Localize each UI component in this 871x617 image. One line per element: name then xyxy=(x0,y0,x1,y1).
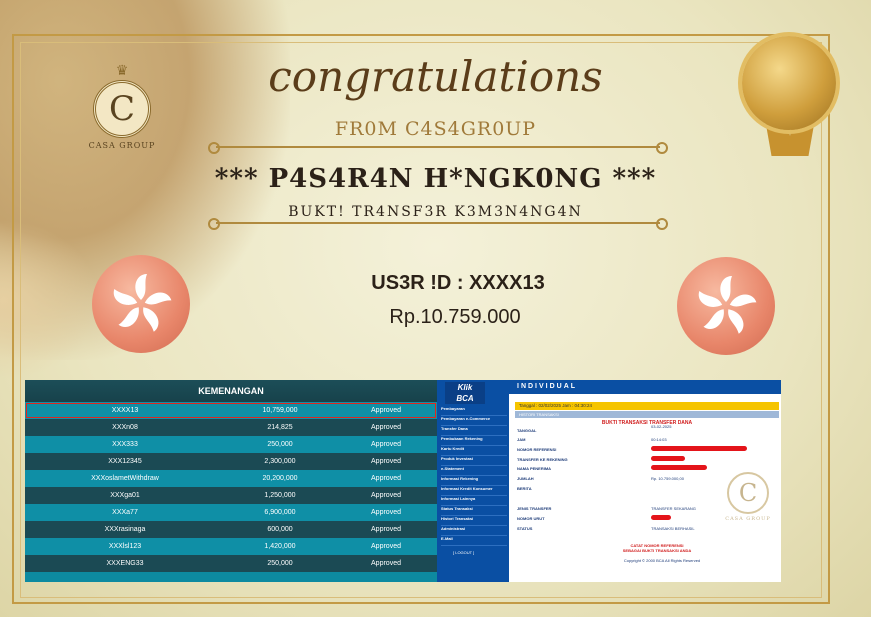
field-label: STATUS xyxy=(517,526,533,531)
table-cell-amount: 1,420,000 xyxy=(264,543,296,550)
bca-menu-item[interactable]: Kartu Kredit xyxy=(441,446,507,456)
redaction xyxy=(651,456,685,461)
page-title: congratulations xyxy=(268,52,603,101)
table-cell-amount: 214,825 xyxy=(267,424,293,431)
table-row: XXXENG33 250,000 Approved xyxy=(25,555,437,572)
table-cell-user: XXXlsl123 xyxy=(108,543,142,550)
bca-date-bar: Tanggal : 02/02/2025 Jam : 04:30:24 xyxy=(515,402,779,410)
table-row: XXXlsl123 1,420,000 Approved xyxy=(25,538,437,555)
bca-footer: Copyright © 2000 BCA All Rights Reserved xyxy=(623,558,701,563)
table-body: XXXX13 10,759,000 Approved XXXn08 214,825 App… xyxy=(25,402,437,572)
redaction xyxy=(651,446,747,451)
bca-menu-item[interactable]: Produk Investasi xyxy=(441,456,507,466)
casa-group-watermark: C CASA GROUP xyxy=(717,472,779,522)
table-cell-user: XXX12345 xyxy=(108,458,142,465)
field-value: TRANSFER SEKARANG xyxy=(651,506,696,511)
divider-bottom xyxy=(208,218,668,230)
table-cell-user: XXXX13 xyxy=(111,407,139,414)
table-cell-user: XXXrasinaga xyxy=(104,526,146,533)
table-row: XXXga01 1,250,000 Approved xyxy=(25,487,437,504)
field-value: 03-02-2025 xyxy=(651,424,672,429)
bca-menu-item[interactable]: E-Mail xyxy=(441,536,507,546)
hongkong-flower-icon xyxy=(92,255,190,353)
table-row: XXX12345 2,300,000 Approved xyxy=(25,453,437,470)
table-cell-amount: 250,000 xyxy=(267,441,293,448)
bca-sidebar: Klik BCA Pembayaran Pembayaran e-Commerce T… xyxy=(437,380,509,582)
headline: *** P4S4R4N H*NGK0NG *** xyxy=(214,164,657,194)
bca-menu-item[interactable]: Pembukaan Rekening xyxy=(441,436,507,446)
field-label: TANGGAL xyxy=(517,428,537,433)
table-cell-user: XXXa77 xyxy=(112,509,138,516)
bca-menu-item[interactable]: Administrasi xyxy=(441,526,507,536)
table-cell-user: XXXn08 xyxy=(112,424,138,431)
bca-menu: Pembayaran Pembayaran e-Commerce Transfer … xyxy=(441,406,507,546)
bca-menu-item[interactable]: Pembayaran xyxy=(441,406,507,416)
kemenangan-table: KEMENANGAN XXXX13 10,759,000 Approved XXXn0… xyxy=(25,380,437,582)
field-label: TRANSFER KE REKENING xyxy=(517,457,568,462)
bca-menu-item[interactable]: Informasi Kredit Konsumer xyxy=(441,486,507,496)
table-cell-amount: 250,000 xyxy=(267,560,293,567)
from-label: FR0M C4S4GR0UP xyxy=(334,118,537,140)
table-row: XXXX13 10,759,000 Approved xyxy=(25,402,437,419)
table-cell-status: Approved xyxy=(371,441,401,448)
divider-top xyxy=(208,142,668,154)
table-cell-status: Approved xyxy=(371,526,401,533)
field-value: TRANSAKSI BERHASIL xyxy=(651,526,695,531)
table-title: KEMENANGAN xyxy=(25,380,437,402)
table-cell-status: Approved xyxy=(371,458,401,465)
table-row: XXXoslametWithdraw 20,200,000 Approved xyxy=(25,470,437,487)
table-row: XXX333 250,000 Approved xyxy=(25,436,437,453)
bca-menu-item[interactable]: Pembayaran e-Commerce xyxy=(441,416,507,426)
table-row: XXXn08 214,825 Approved xyxy=(25,419,437,436)
table-cell-status: Approved xyxy=(371,407,401,414)
bca-menu-item[interactable]: Informasi Rekening xyxy=(441,476,507,486)
table-cell-amount: 10,759,000 xyxy=(262,407,298,414)
bca-menu-item[interactable]: Histori Transaksi xyxy=(441,516,507,526)
redaction xyxy=(651,515,671,520)
table-cell-user: XXXoslametWithdraw xyxy=(91,475,159,482)
table-cell-user: XXXENG33 xyxy=(106,560,144,567)
table-cell-user: XXX333 xyxy=(112,441,138,448)
bca-receipt-title: BUKTI TRANSAKSI TRANSFER DANA xyxy=(601,420,693,426)
table-cell-status: Approved xyxy=(371,560,401,567)
table-cell-amount: 6,900,000 xyxy=(264,509,296,516)
redaction xyxy=(651,465,707,470)
bca-history-label: HISTORI TRANSAKSI xyxy=(515,411,779,418)
table-cell-status: Approved xyxy=(371,543,401,550)
bca-menu-item[interactable]: Transfer Dana xyxy=(441,426,507,436)
bca-menu-item[interactable]: Status Transaksi xyxy=(441,506,507,516)
bca-menu-item[interactable]: e-Statement xyxy=(441,466,507,476)
field-label: NAMA PENERIMA xyxy=(517,466,552,471)
field-label: JENIS TRANSFER xyxy=(517,506,552,511)
field-label: JAM xyxy=(517,437,526,442)
field-label: NOMOR REFERENSI xyxy=(517,447,557,452)
field-value: Rp. 10.759.000,00 xyxy=(651,476,684,481)
table-cell-amount: 600,000 xyxy=(267,526,293,533)
bca-header: INDIVIDUAL xyxy=(509,380,781,394)
field-label: BERITA xyxy=(517,486,532,491)
table-cell-amount: 1,250,000 xyxy=(264,492,296,499)
field-value: 00:14:03 xyxy=(651,437,667,442)
logout-link[interactable]: [ LOGOUT ] xyxy=(453,550,474,555)
subline: BUKT! TR4NSF3R K3M3N4NG4N xyxy=(288,204,583,220)
table-row: XXXrasinaga 600,000 Approved xyxy=(25,521,437,538)
bca-transfer-receipt: Klik BCA Pembayaran Pembayaran e-Commerce T… xyxy=(437,380,781,582)
table-cell-status: Approved xyxy=(371,509,401,516)
table-cell-status: Approved xyxy=(371,475,401,482)
table-cell-user: XXXga01 xyxy=(110,492,140,499)
field-label: JUMLAH xyxy=(517,476,534,481)
bca-note: CATAT NOMOR REFERENSI SEBAGAI BUKTI TRAN… xyxy=(622,543,692,553)
bca-menu-item[interactable]: Informasi Lainnya xyxy=(441,496,507,506)
table-row: XXXa77 6,900,000 Approved xyxy=(25,504,437,521)
klikbca-logo: Klik BCA xyxy=(445,382,485,404)
hongkong-flower-icon xyxy=(677,257,775,355)
table-cell-amount: 2,300,000 xyxy=(264,458,296,465)
field-label: NOMOR URUT xyxy=(517,516,545,521)
table-cell-status: Approved xyxy=(371,492,401,499)
table-cell-amount: 20,200,000 xyxy=(262,475,298,482)
logo-text: CASA GROUP xyxy=(88,141,156,150)
table-cell-status: Approved xyxy=(371,424,401,431)
